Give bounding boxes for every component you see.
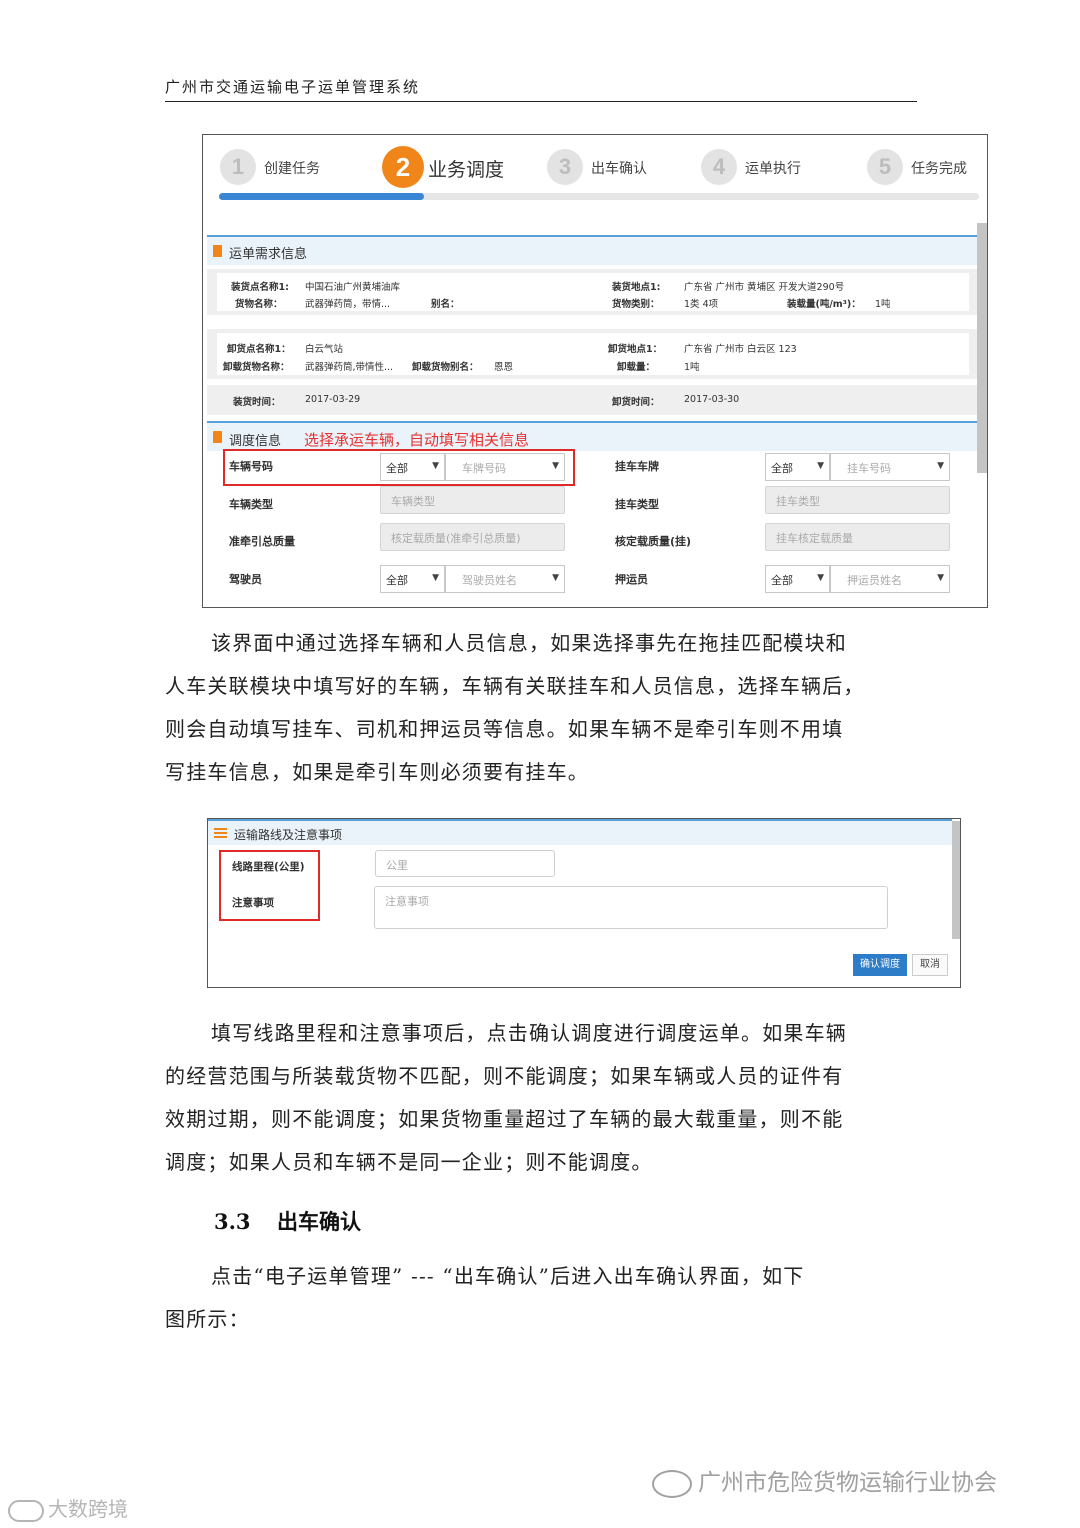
association-watermark: 广州市危险货物运输行业协会: [652, 1463, 997, 1498]
page-header: 广州市交通运输电子运单管理系统: [165, 78, 917, 102]
distance-input[interactable]: 公里: [375, 850, 555, 877]
chevron-down-icon: ▼: [432, 573, 439, 583]
chevron-down-icon: ▼: [552, 461, 559, 471]
chevron-down-icon: ▼: [937, 461, 944, 471]
document-icon: [213, 431, 222, 443]
driver-select[interactable]: 驾驶员姓名 ▼: [445, 565, 565, 593]
chevron-down-icon: ▼: [937, 573, 944, 583]
wechat-icon: [652, 1469, 692, 1498]
chevron-down-icon: ▼: [552, 573, 559, 583]
tow-mass-field[interactable]: 核定载质量(准牵引总质量): [380, 523, 565, 551]
paragraph-dispatch-rules: 填写线路里程和注意事项后，点击确认调度进行调度运单。如果车辆 的经营范围与所装载…: [165, 1021, 847, 1174]
chevron-down-icon: ▼: [817, 461, 824, 471]
escort-scope-select[interactable]: 全部 ▼: [765, 565, 830, 593]
progress-bar: [219, 193, 979, 200]
logo-icon: [8, 1499, 44, 1522]
unloading-info-row: 卸货点名称1： 白云气站 卸载货物名称： 武器弹药筒,带情性... 卸载货物别名…: [207, 329, 977, 379]
vehicle-plate-select[interactable]: 车牌号码 ▼: [445, 453, 565, 481]
bookmark-icon: [213, 245, 222, 257]
escort-select[interactable]: 押运员姓名 ▼: [830, 565, 950, 593]
trailer-rated-load-field[interactable]: 挂车核定载质量: [765, 523, 950, 551]
vehicle-scope-select[interactable]: 全部 ▼: [380, 453, 445, 481]
time-info-row: 装货时间： 2017-03-29 卸货时间： 2017-03-30: [207, 385, 977, 415]
route-notes-screenshot: 运输路线及注意事项 线路里程(公里) 注意事项 公里 注意事项 确认调度 取消: [207, 818, 961, 988]
step-progress: 1 创建任务 2 业务调度 3 出车确认 4 运单执行 5 任务完成: [203, 135, 987, 205]
section-heading: 3.3 出车确认: [214, 1209, 361, 1234]
vehicle-type-field[interactable]: 车辆类型: [380, 486, 565, 514]
list-icon: [214, 828, 227, 838]
document-title: 广州市交通运输电子运单管理系统: [165, 78, 421, 96]
cancel-button[interactable]: 取消: [912, 954, 948, 976]
scrollbar[interactable]: [952, 821, 960, 939]
scrollbar[interactable]: [977, 223, 987, 473]
site-watermark: 大数跨境: [8, 1493, 128, 1522]
chevron-down-icon: ▼: [432, 461, 439, 471]
annotation-note: 选择承运车辆，自动填写相关信息: [304, 431, 530, 449]
paragraph-vehicle-selection: 该界面中通过选择车辆和人员信息，如果选择事先在拖挂匹配模块和 人车关联模块中填写…: [165, 631, 865, 784]
trailer-scope-select[interactable]: 全部 ▼: [765, 453, 830, 481]
trailer-plate-select[interactable]: 挂车号码 ▼: [830, 453, 950, 481]
chevron-down-icon: ▼: [817, 573, 824, 583]
confirm-dispatch-button[interactable]: 确认调度: [853, 954, 907, 976]
loading-info-row: 装货点名称1: 中国石油广州黄埔油库 货物名称： 武器弹药筒，带情... 别名：…: [207, 269, 977, 315]
route-section-header: 运输路线及注意事项: [208, 819, 952, 845]
driver-scope-select[interactable]: 全部 ▼: [380, 565, 445, 593]
trailer-type-field[interactable]: 挂车类型: [765, 486, 950, 514]
paragraph-departure-intro: 点击“电子运单管理” --- “出车确认”后进入出车确认界面，如下 图所示：: [165, 1264, 805, 1331]
demand-section-header: 运单需求信息: [207, 235, 977, 265]
dispatch-screenshot: 1 创建任务 2 业务调度 3 出车确认 4 运单执行 5 任务完成 运单需求信…: [202, 134, 988, 608]
notes-textarea[interactable]: 注意事项: [374, 886, 888, 929]
progress-fill: [219, 193, 425, 200]
